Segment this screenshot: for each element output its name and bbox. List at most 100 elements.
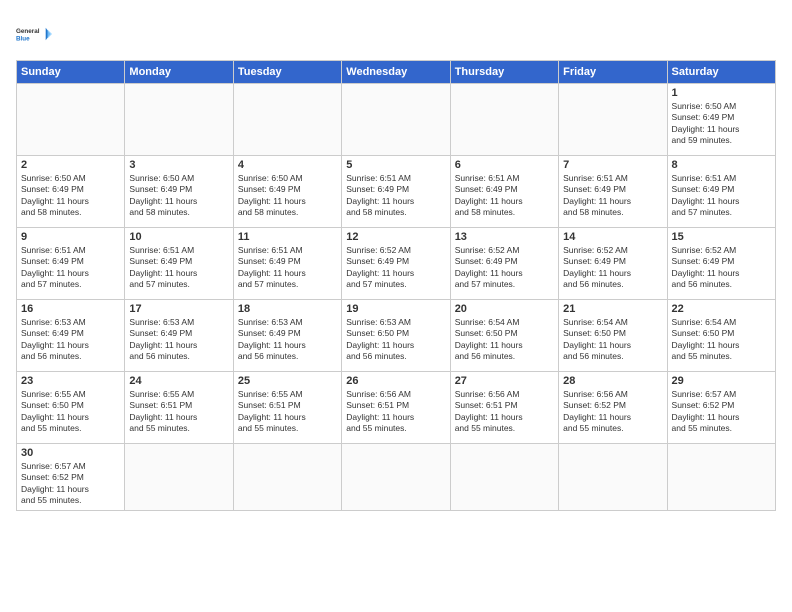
calendar-cell: 25 Sunrise: 6:55 AMSunset: 6:51 PMDayligh… xyxy=(233,372,341,444)
day-number: 9 xyxy=(21,231,120,243)
calendar-week-row: 23 Sunrise: 6:55 AMSunset: 6:50 PMDayligh… xyxy=(17,372,776,444)
day-number: 2 xyxy=(21,159,120,171)
col-header-friday: Friday xyxy=(559,61,667,84)
day-number: 28 xyxy=(563,375,662,387)
day-number: 26 xyxy=(346,375,445,387)
svg-text:General: General xyxy=(16,28,40,35)
day-info: Sunrise: 6:50 AMSunset: 6:49 PMDaylight:… xyxy=(129,173,228,219)
calendar-cell xyxy=(342,444,450,511)
calendar-cell xyxy=(125,444,233,511)
day-info: Sunrise: 6:56 AMSunset: 6:52 PMDaylight:… xyxy=(563,389,662,435)
day-info: Sunrise: 6:55 AMSunset: 6:51 PMDaylight:… xyxy=(129,389,228,435)
day-number: 19 xyxy=(346,303,445,315)
day-number: 11 xyxy=(238,231,337,243)
day-info: Sunrise: 6:55 AMSunset: 6:50 PMDaylight:… xyxy=(21,389,120,435)
col-header-saturday: Saturday xyxy=(667,61,775,84)
calendar-cell: 10 Sunrise: 6:51 AMSunset: 6:49 PMDayligh… xyxy=(125,228,233,300)
calendar-cell xyxy=(450,84,558,156)
day-info: Sunrise: 6:57 AMSunset: 6:52 PMDaylight:… xyxy=(21,461,120,507)
calendar-cell: 14 Sunrise: 6:52 AMSunset: 6:49 PMDayligh… xyxy=(559,228,667,300)
day-info: Sunrise: 6:52 AMSunset: 6:49 PMDaylight:… xyxy=(455,245,554,291)
day-info: Sunrise: 6:51 AMSunset: 6:49 PMDaylight:… xyxy=(563,173,662,219)
day-info: Sunrise: 6:52 AMSunset: 6:49 PMDaylight:… xyxy=(563,245,662,291)
calendar-cell: 27Sunrise: 6:56 AMSunset: 6:51 PMDayligh… xyxy=(450,372,558,444)
day-info: Sunrise: 6:53 AMSunset: 6:49 PMDaylight:… xyxy=(129,317,228,363)
day-info: Sunrise: 6:52 AMSunset: 6:49 PMDaylight:… xyxy=(672,245,771,291)
day-info: Sunrise: 6:51 AMSunset: 6:49 PMDaylight:… xyxy=(455,173,554,219)
day-info: Sunrise: 6:51 AMSunset: 6:49 PMDaylight:… xyxy=(238,245,337,291)
calendar-week-row: 30 Sunrise: 6:57 AMSunset: 6:52 PMDayligh… xyxy=(17,444,776,511)
page: General Blue SundayMondayTuesdayWednesda… xyxy=(0,0,792,612)
day-info: Sunrise: 6:53 AMSunset: 6:49 PMDaylight:… xyxy=(238,317,337,363)
day-number: 10 xyxy=(129,231,228,243)
day-info: Sunrise: 6:51 AMSunset: 6:49 PMDaylight:… xyxy=(129,245,228,291)
day-number: 18 xyxy=(238,303,337,315)
day-number: 15 xyxy=(672,231,771,243)
calendar-cell: 19 Sunrise: 6:53 AMSunset: 6:50 PMDayligh… xyxy=(342,300,450,372)
calendar-cell: 16Sunrise: 6:53 AMSunset: 6:49 PMDayligh… xyxy=(17,300,125,372)
day-number: 7 xyxy=(563,159,662,171)
calendar-table: SundayMondayTuesdayWednesdayThursdayFrid… xyxy=(16,60,776,511)
calendar-cell: 22Sunrise: 6:54 AMSunset: 6:50 PMDayligh… xyxy=(667,300,775,372)
day-number: 24 xyxy=(129,375,228,387)
day-info: Sunrise: 6:53 AMSunset: 6:50 PMDaylight:… xyxy=(346,317,445,363)
day-number: 20 xyxy=(455,303,554,315)
col-header-wednesday: Wednesday xyxy=(342,61,450,84)
logo: General Blue xyxy=(16,16,56,52)
day-info: Sunrise: 6:54 AMSunset: 6:50 PMDaylight:… xyxy=(563,317,662,363)
calendar-week-row: 9 Sunrise: 6:51 AMSunset: 6:49 PMDaylight… xyxy=(17,228,776,300)
col-header-sunday: Sunday xyxy=(17,61,125,84)
day-info: Sunrise: 6:50 AMSunset: 6:49 PMDaylight:… xyxy=(238,173,337,219)
calendar-cell: 6 Sunrise: 6:51 AMSunset: 6:49 PMDaylight… xyxy=(450,156,558,228)
day-info: Sunrise: 6:56 AMSunset: 6:51 PMDaylight:… xyxy=(455,389,554,435)
calendar-week-row: 16Sunrise: 6:53 AMSunset: 6:49 PMDayligh… xyxy=(17,300,776,372)
day-number: 25 xyxy=(238,375,337,387)
day-number: 3 xyxy=(129,159,228,171)
day-number: 21 xyxy=(563,303,662,315)
calendar-header-row: SundayMondayTuesdayWednesdayThursdayFrid… xyxy=(17,61,776,84)
day-info: Sunrise: 6:54 AMSunset: 6:50 PMDaylight:… xyxy=(672,317,771,363)
day-number: 6 xyxy=(455,159,554,171)
calendar-cell: 21 Sunrise: 6:54 AMSunset: 6:50 PMDayligh… xyxy=(559,300,667,372)
calendar-cell: 23 Sunrise: 6:55 AMSunset: 6:50 PMDayligh… xyxy=(17,372,125,444)
day-number: 29 xyxy=(672,375,771,387)
day-info: Sunrise: 6:56 AMSunset: 6:51 PMDaylight:… xyxy=(346,389,445,435)
day-number: 23 xyxy=(21,375,120,387)
day-info: Sunrise: 6:54 AMSunset: 6:50 PMDaylight:… xyxy=(455,317,554,363)
calendar-cell: 30 Sunrise: 6:57 AMSunset: 6:52 PMDayligh… xyxy=(17,444,125,511)
calendar-cell: 11 Sunrise: 6:51 AMSunset: 6:49 PMDayligh… xyxy=(233,228,341,300)
calendar-cell: 2 Sunrise: 6:50 AMSunset: 6:49 PMDaylight… xyxy=(17,156,125,228)
day-info: Sunrise: 6:51 AMSunset: 6:49 PMDaylight:… xyxy=(21,245,120,291)
calendar-cell: 29Sunrise: 6:57 AMSunset: 6:52 PMDayligh… xyxy=(667,372,775,444)
header: General Blue xyxy=(16,16,776,52)
calendar-cell: 5Sunrise: 6:51 AMSunset: 6:49 PMDaylight… xyxy=(342,156,450,228)
day-info: Sunrise: 6:50 AMSunset: 6:49 PMDaylight:… xyxy=(672,101,771,147)
calendar-cell xyxy=(233,84,341,156)
calendar-cell: 20 Sunrise: 6:54 AMSunset: 6:50 PMDayligh… xyxy=(450,300,558,372)
day-number: 13 xyxy=(455,231,554,243)
day-number: 14 xyxy=(563,231,662,243)
day-info: Sunrise: 6:50 AMSunset: 6:49 PMDaylight:… xyxy=(21,173,120,219)
day-number: 17 xyxy=(129,303,228,315)
col-header-tuesday: Tuesday xyxy=(233,61,341,84)
calendar-cell: 28 Sunrise: 6:56 AMSunset: 6:52 PMDayligh… xyxy=(559,372,667,444)
svg-text:Blue: Blue xyxy=(16,35,30,42)
col-header-thursday: Thursday xyxy=(450,61,558,84)
calendar-cell xyxy=(559,84,667,156)
calendar-cell: 24 Sunrise: 6:55 AMSunset: 6:51 PMDayligh… xyxy=(125,372,233,444)
calendar-cell xyxy=(559,444,667,511)
calendar-cell: 13 Sunrise: 6:52 AMSunset: 6:49 PMDayligh… xyxy=(450,228,558,300)
day-number: 30 xyxy=(21,447,120,459)
calendar-cell: 4Sunrise: 6:50 AMSunset: 6:49 PMDaylight… xyxy=(233,156,341,228)
day-info: Sunrise: 6:52 AMSunset: 6:49 PMDaylight:… xyxy=(346,245,445,291)
calendar-week-row: 1Sunrise: 6:50 AMSunset: 6:49 PMDaylight… xyxy=(17,84,776,156)
day-info: Sunrise: 6:53 AMSunset: 6:49 PMDaylight:… xyxy=(21,317,120,363)
calendar-cell xyxy=(125,84,233,156)
col-header-monday: Monday xyxy=(125,61,233,84)
calendar-cell xyxy=(342,84,450,156)
calendar-cell: 8Sunrise: 6:51 AMSunset: 6:49 PMDaylight… xyxy=(667,156,775,228)
calendar-cell: 15 Sunrise: 6:52 AMSunset: 6:49 PMDayligh… xyxy=(667,228,775,300)
calendar-week-row: 2 Sunrise: 6:50 AMSunset: 6:49 PMDaylight… xyxy=(17,156,776,228)
day-info: Sunrise: 6:55 AMSunset: 6:51 PMDaylight:… xyxy=(238,389,337,435)
calendar-cell: 17 Sunrise: 6:53 AMSunset: 6:49 PMDayligh… xyxy=(125,300,233,372)
